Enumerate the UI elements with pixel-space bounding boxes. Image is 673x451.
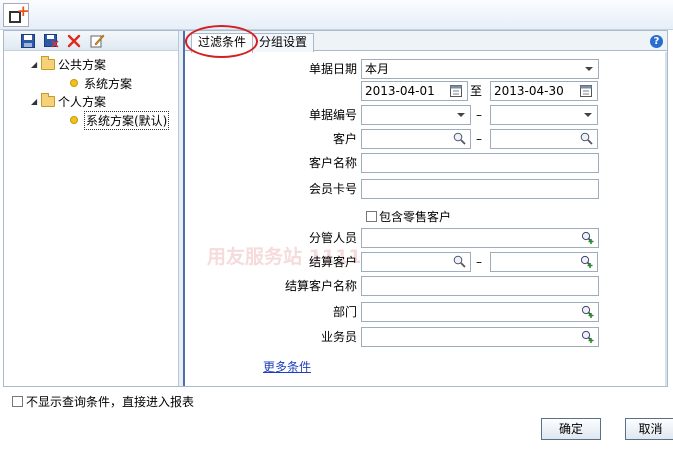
member-card-label: 会员卡号 [308,182,357,196]
manager-input[interactable] [361,228,599,248]
cancel-button[interactable]: 取消 [625,418,673,440]
title-bar: + [0,0,673,30]
dept-input[interactable] [361,302,599,322]
tab-filter-conditions[interactable]: 过滤条件 [191,33,254,53]
search-icon[interactable] [453,132,467,146]
tree-node-public-system[interactable]: 系统方案 [70,74,132,92]
folder-icon [41,55,55,70]
collapse-triangle-icon[interactable]: ◢ [31,97,41,106]
tree-node-personal[interactable]: ◢ 个人方案 [31,92,106,110]
tree-node-label-selected: 系统方案(默认) [84,110,170,130]
add-lookup-icon[interactable] [581,330,595,344]
include-retail-option[interactable]: 包含零售客户 [366,208,451,224]
range-separator: – [476,108,482,122]
settle-customer-name-input[interactable] [361,276,599,296]
delete-icon[interactable] [66,33,82,49]
tab-group-settings[interactable]: 分组设置 [252,33,315,52]
new-document-plus-icon[interactable]: + [3,3,30,27]
range-separator: – [476,132,482,146]
folder-icon [41,92,55,107]
add-lookup-icon[interactable] [581,305,595,319]
docno-label: 单据编号 [308,108,357,122]
calendar-icon[interactable] [580,84,594,98]
include-retail-checkbox[interactable] [366,210,377,222]
dept-label: 部门 [332,305,357,319]
search-icon[interactable] [580,132,594,146]
pane-splitter[interactable] [178,31,185,386]
settle-customer-name-label: 结算客户名称 [284,279,357,293]
right-edge-bar [665,52,667,386]
collapse-triangle-icon[interactable]: ◢ [31,60,41,69]
more-conditions-link[interactable]: 更多条件 [263,358,311,375]
filter-pane: 过滤条件 分组设置 ? 用友服务站 1111wz.com 单据日期 本月 201… [185,25,667,386]
tree-node-label: 公共方案 [58,57,107,72]
tab-bar: 过滤条件 分组设置 ? [185,25,667,58]
calendar-icon[interactable] [450,84,464,98]
customer-from-input[interactable] [361,129,471,149]
save-as-icon[interactable] [43,33,59,49]
docno-from-select[interactable] [361,105,471,125]
date-to-separator: 至 [470,84,483,98]
tree-node-label: 个人方案 [58,94,107,109]
scheme-toolbar [4,31,178,51]
filter-form: 用友服务站 1111wz.com 单据日期 本月 2013-04-01 至 20… [185,52,667,386]
edit-icon[interactable] [89,33,105,49]
help-icon[interactable]: ? [650,35,663,48]
scheme-dot-icon [70,116,78,124]
customer-name-label: 客户名称 [308,156,357,170]
date-label: 单据日期 [308,62,357,76]
settle-customer-label: 结算客户 [308,255,357,269]
skip-conditions-checkbox[interactable] [12,395,23,407]
scheme-dot-icon [70,79,78,87]
ok-button[interactable]: 确定 [541,418,601,440]
docno-to-select[interactable] [490,105,598,125]
tree-node-personal-default[interactable]: 系统方案(默认) [70,110,170,130]
save-icon[interactable] [20,33,36,49]
scheme-pane: ◢ 公共方案 系统方案 ◢ 个人方案 系统方案(默认) [4,31,178,386]
date-period-select[interactable]: 本月 [361,59,599,79]
date-to-value: 2013-04-30 [494,84,564,98]
settle-customer-to-input[interactable] [490,252,598,272]
date-period-value: 本月 [365,62,390,76]
tree-node-public[interactable]: ◢ 公共方案 [31,55,106,73]
customer-name-input[interactable] [361,153,599,173]
include-retail-label: 包含零售客户 [379,209,452,224]
salesman-label: 业务员 [320,330,357,344]
add-lookup-icon[interactable] [581,231,595,245]
date-from-input[interactable]: 2013-04-01 [361,81,468,101]
customer-to-input[interactable] [490,129,598,149]
skip-conditions-label: 不显示查询条件，直接进入报表 [26,394,195,409]
add-lookup-icon[interactable] [580,255,594,269]
skip-conditions-option[interactable]: 不显示查询条件，直接进入报表 [12,392,194,410]
customer-label: 客户 [332,132,357,146]
tree-node-label: 系统方案 [84,76,133,91]
manager-label: 分管人员 [308,231,357,245]
salesman-input[interactable] [361,327,599,347]
dropdown-arrow-icon[interactable] [584,113,592,117]
dropdown-arrow-icon[interactable] [585,67,593,71]
member-card-input[interactable] [361,179,599,199]
dropdown-arrow-icon[interactable] [457,113,465,117]
search-icon[interactable] [453,255,467,269]
date-from-value: 2013-04-01 [365,84,435,98]
main-frame: ◢ 公共方案 系统方案 ◢ 个人方案 系统方案(默认) 过滤条件 分组设置 ? … [3,25,668,387]
range-separator: – [476,255,482,269]
date-to-input[interactable]: 2013-04-30 [490,81,598,101]
settle-customer-from-input[interactable] [361,252,471,272]
